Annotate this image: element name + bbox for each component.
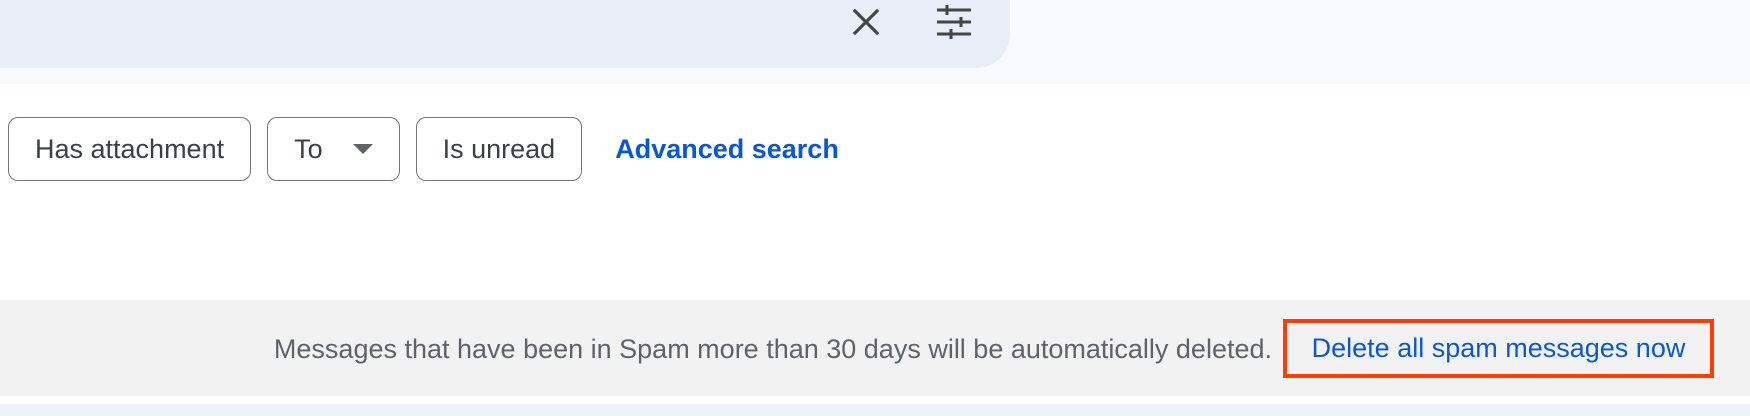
to-chip[interactable]: To bbox=[267, 117, 400, 181]
search-options-button[interactable] bbox=[934, 2, 974, 42]
clear-search-button[interactable] bbox=[846, 2, 886, 42]
message-list-top bbox=[0, 404, 1750, 416]
chip-label: To bbox=[294, 133, 323, 164]
spam-notice-text: Messages that have been in Spam more tha… bbox=[273, 334, 1272, 364]
tune-icon bbox=[937, 5, 971, 39]
dropdown-arrow-icon bbox=[352, 144, 373, 154]
delete-all-spam-link[interactable]: Delete all spam messages now bbox=[1283, 319, 1714, 378]
has-attachment-chip[interactable]: Has attachment bbox=[8, 117, 252, 181]
close-icon bbox=[852, 8, 880, 36]
advanced-search-link[interactable]: Advanced search bbox=[615, 134, 839, 165]
chip-label: Is unread bbox=[442, 133, 556, 164]
chip-label: Has attachment bbox=[35, 133, 225, 164]
search-bar bbox=[0, 0, 1010, 68]
search-filter-chips: Has attachment To Is unread Advanced sea… bbox=[8, 117, 839, 181]
is-unread-chip[interactable]: Is unread bbox=[415, 117, 583, 181]
